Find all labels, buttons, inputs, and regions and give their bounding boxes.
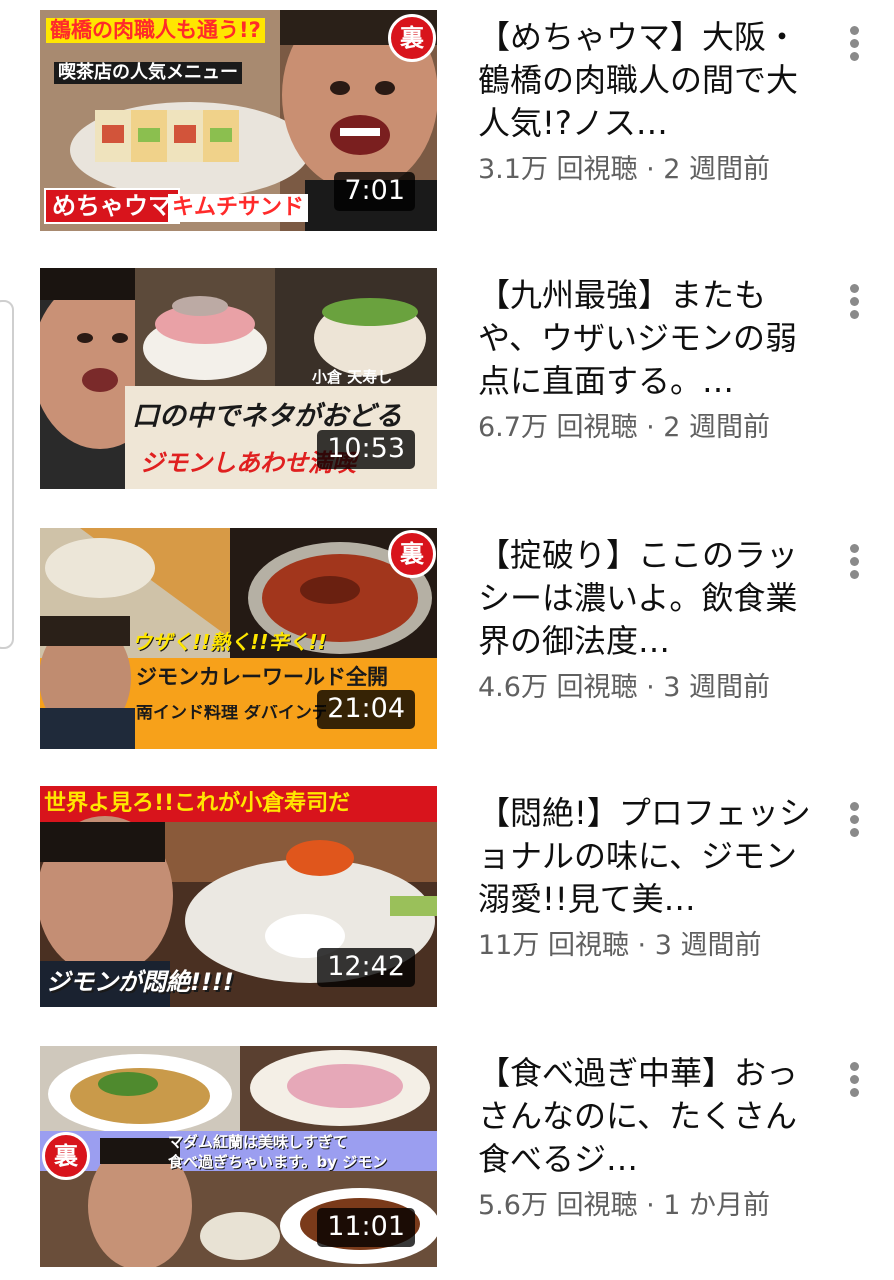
video-duration: 12:42 (317, 948, 415, 987)
thumbnail-caption: めちゃウマ (44, 188, 180, 224)
video-stats: 3.1万 回視聴 · 2 週間前 (478, 147, 814, 186)
video-meta: 【掟破り】ここのラッシーは濃いよ。飲食業界の御法度… 4.6万 回視聴 · 3 … (478, 534, 814, 704)
thumbnail-caption: 世界よ見ろ!!これが小倉寿司だ (44, 791, 351, 816)
video-title[interactable]: 【悶絶!】プロフェッショナルの味に、ジモン溺愛!!見て美… (478, 792, 814, 921)
video-duration: 21:04 (317, 690, 415, 729)
video-meta: 【めちゃウマ】大阪・鶴橋の肉職人の間で大人気!?ノス… 3.1万 回視聴 · 2… (478, 16, 814, 186)
thumbnail-caption: 鶴橋の肉職人も通う!? (46, 18, 265, 43)
video-item[interactable]: 世界よ見ろ!!これが小倉寿司だ ジモンが悶絶!!!! 12:42 【悶絶!】プロ… (0, 786, 894, 1026)
ura-badge-icon: 裏 (388, 530, 436, 578)
video-duration: 7:01 (334, 172, 415, 211)
upload-age: 2 週間前 (663, 412, 771, 443)
video-title[interactable]: 【めちゃウマ】大阪・鶴橋の肉職人の間で大人気!?ノス… (478, 16, 814, 145)
stats-separator: · (628, 930, 655, 961)
video-item[interactable]: ウザく!!熱く!!辛く!! ジモンカレーワールド全開 南インド料理 ダバインディ… (0, 528, 894, 768)
video-item[interactable]: 鶴橋の肉職人も通う!? 喫茶店の人気メニュー めちゃウマ キムチサンド 裏 7:… (0, 10, 894, 250)
video-stats: 5.6万 回視聴 · 1 か月前 (478, 1183, 814, 1222)
video-feed: 鶴橋の肉職人も通う!? 喫茶店の人気メニュー めちゃウマ キムチサンド 裏 7:… (0, 0, 894, 1280)
view-count: 4.6万 回視聴 (478, 672, 638, 703)
video-title[interactable]: 【掟破り】ここのラッシーは濃いよ。飲食業界の御法度… (478, 534, 814, 663)
stats-separator: · (637, 154, 664, 185)
ura-badge-icon: 裏 (388, 14, 436, 62)
video-thumbnail[interactable]: 鶴橋の肉職人も通う!? 喫茶店の人気メニュー めちゃウマ キムチサンド 裏 7:… (40, 10, 437, 231)
view-count: 5.6万 回視聴 (478, 1190, 638, 1221)
video-item[interactable]: 小倉 天寿し 口の中でネタがおどる ジモンしあわせ満喫 10:53 【九州最強】… (0, 268, 894, 508)
thumbnail-caption: 小倉 天寿し (312, 368, 393, 386)
upload-age: 3 週間前 (654, 930, 762, 961)
video-stats: 11万 回視聴 · 3 週間前 (478, 923, 814, 962)
video-meta: 【食べ過ぎ中華】おっさんなのに、たくさん食べるジ… 5.6万 回視聴 · 1 か… (478, 1052, 814, 1222)
video-meta: 【悶絶!】プロフェッショナルの味に、ジモン溺愛!!見て美… 11万 回視聴 · … (478, 792, 814, 962)
video-meta: 【九州最強】またもや、ウザいジモンの弱点に直面する。… 6.7万 回視聴 · 2… (478, 274, 814, 444)
stats-separator: · (637, 672, 664, 703)
more-vert-icon[interactable] (838, 22, 872, 64)
video-title[interactable]: 【九州最強】またもや、ウザいジモンの弱点に直面する。… (478, 274, 814, 403)
view-count: 11万 回視聴 (478, 930, 629, 961)
view-count: 6.7万 回視聴 (478, 412, 638, 443)
more-vert-icon[interactable] (838, 540, 872, 582)
thumbnail-caption: 食べ過ぎちゃいます。by ジモン (168, 1153, 388, 1171)
video-thumbnail[interactable]: 世界よ見ろ!!これが小倉寿司だ ジモンが悶絶!!!! 12:42 (40, 786, 437, 1007)
thumbnail-caption: 南インド料理 ダバインディア (136, 705, 326, 722)
video-thumbnail[interactable]: ウザく!!熱く!!辛く!! ジモンカレーワールド全開 南インド料理 ダバインディ… (40, 528, 437, 749)
more-vert-icon[interactable] (838, 280, 872, 322)
upload-age: 3 週間前 (663, 672, 771, 703)
stats-separator: · (637, 412, 664, 443)
thumbnail-caption: キムチサンド (168, 194, 309, 222)
view-count: 3.1万 回視聴 (478, 154, 638, 185)
upload-age: 2 週間前 (663, 154, 771, 185)
video-stats: 6.7万 回視聴 · 2 週間前 (478, 405, 814, 444)
stats-separator: · (637, 1190, 664, 1221)
thumbnail-caption: ジモンカレーワールド全開 (136, 665, 388, 689)
video-title[interactable]: 【食べ過ぎ中華】おっさんなのに、たくさん食べるジ… (478, 1052, 814, 1181)
video-thumbnail[interactable]: 小倉 天寿し 口の中でネタがおどる ジモンしあわせ満喫 10:53 (40, 268, 437, 489)
video-duration: 10:53 (317, 430, 415, 469)
video-stats: 4.6万 回視聴 · 3 週間前 (478, 665, 814, 704)
thumbnail-caption: ウザく!!熱く!!辛く!! (132, 630, 327, 654)
video-item[interactable]: マダム紅蘭は美味しすぎて 食べ過ぎちゃいます。by ジモン 裏 11:01 【食… (0, 1046, 894, 1280)
thumbnail-caption: マダム紅蘭は美味しすぎて (168, 1133, 348, 1151)
more-vert-icon[interactable] (838, 798, 872, 840)
ura-badge-icon: 裏 (42, 1132, 90, 1180)
video-duration: 11:01 (317, 1208, 415, 1247)
more-vert-icon[interactable] (838, 1058, 872, 1100)
thumbnail-caption: ジモンが悶絶!!!! (46, 968, 234, 996)
video-thumbnail[interactable]: マダム紅蘭は美味しすぎて 食べ過ぎちゃいます。by ジモン 裏 11:01 (40, 1046, 437, 1267)
upload-age: 1 か月前 (663, 1190, 771, 1221)
thumbnail-caption: 喫茶店の人気メニュー (54, 62, 242, 84)
thumbnail-caption: 口の中でネタがおどる (132, 401, 402, 432)
